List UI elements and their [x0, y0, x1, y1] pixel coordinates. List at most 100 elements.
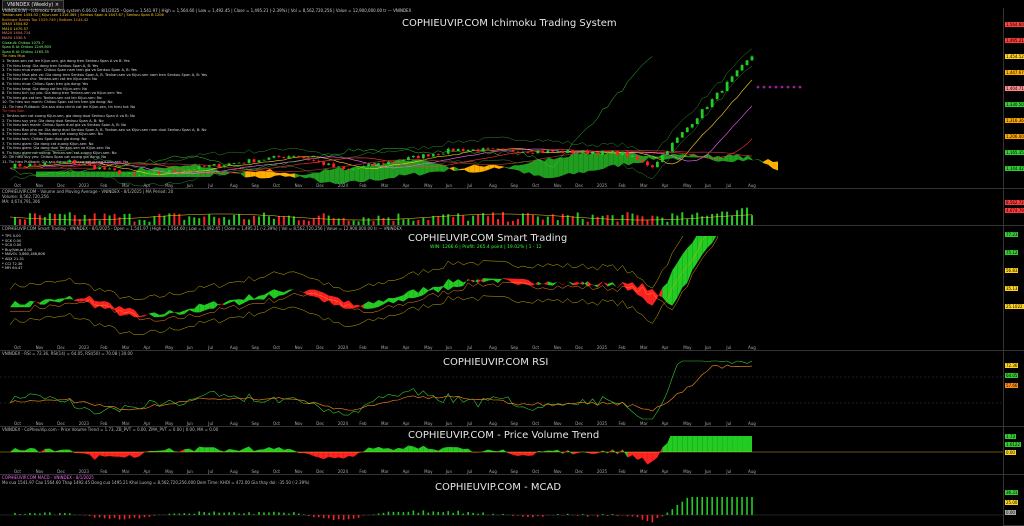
pvt-fill [702, 436, 707, 452]
cloud-segment [494, 165, 499, 169]
smart-fill [20, 304, 25, 307]
smart-fill [413, 289, 418, 298]
smart-fill [483, 278, 488, 282]
time-axis-label: Dec [57, 345, 65, 350]
smart-fill [418, 287, 423, 297]
pvt-fill [120, 452, 125, 458]
candle-body [686, 128, 689, 133]
candle-body [48, 163, 51, 164]
pvt-fill [628, 452, 633, 457]
time-axis-label: Sep [251, 345, 259, 350]
candle-body [467, 150, 470, 151]
smart-fill [652, 289, 657, 306]
pvt-fill [682, 436, 687, 452]
candle-body [701, 109, 704, 118]
cloud-segment [768, 159, 773, 169]
pvt-fill [448, 447, 453, 452]
volume-bar [577, 212, 579, 225]
time-axis-label: Mar [381, 345, 389, 350]
candle-body [746, 60, 749, 65]
time-axis-label: Dec [57, 421, 65, 426]
smart-fill [189, 309, 194, 313]
price-label: 8,562.72M [1005, 200, 1024, 205]
macd-bar [129, 515, 131, 519]
candle-body [312, 160, 315, 161]
smart-fill [60, 298, 65, 302]
volume-bar [298, 220, 300, 225]
macd-bar [263, 512, 265, 515]
candle-body [392, 162, 395, 163]
smart-fill [369, 301, 374, 309]
price-label: 35.13 [1005, 286, 1018, 291]
smart-fill [40, 299, 45, 304]
time-axis-label: Jul [467, 345, 472, 350]
cloud-segment [459, 169, 464, 171]
smart-fill [697, 236, 702, 263]
time-axis-label: Mar [122, 183, 130, 188]
cloud-segment [360, 166, 365, 182]
volume-bar [582, 219, 584, 225]
candle-body [78, 164, 81, 165]
macd-bar [44, 513, 46, 515]
volume-bar [691, 215, 693, 225]
candle-body [641, 160, 644, 162]
smart-fill [15, 301, 20, 307]
volume-bar [348, 221, 350, 225]
candle-body [447, 149, 450, 154]
smart-fill [647, 289, 652, 306]
time-axis-label: Nov [554, 345, 562, 350]
volume-bar [233, 215, 235, 225]
smart-header: COPHIEUVIP.COM Smart Trading - VNINDEX -… [2, 226, 402, 231]
volume-bar [303, 220, 305, 225]
volume-bar [457, 213, 459, 225]
time-axis-label: 2023 [79, 345, 89, 350]
pvt-fill [125, 452, 130, 458]
candle-body [621, 152, 624, 156]
macd-bar [39, 514, 41, 515]
time-axis-label: Oct [532, 345, 539, 350]
candle-body [556, 151, 559, 152]
volume-bar [612, 215, 614, 225]
time-axis-label: Dec [575, 469, 583, 474]
projection-dot [787, 86, 789, 88]
cloud-segment [574, 152, 579, 174]
time-axis-label: Dec [57, 183, 65, 188]
time-axis-label: Oct [273, 345, 280, 350]
pvt-fill [284, 449, 289, 452]
volume-bar [138, 220, 140, 225]
volume-bar [268, 216, 270, 225]
smart-fill [309, 289, 314, 296]
candle-body [402, 160, 405, 161]
candle-body [43, 163, 46, 165]
pvt-fill [30, 448, 35, 452]
candle-body [382, 163, 385, 164]
time-axis-label: 2025 [597, 345, 607, 350]
smart-fill [219, 303, 224, 305]
pvt-fill [662, 443, 667, 452]
smart-fill [259, 295, 264, 300]
volume-bar [522, 213, 524, 225]
volume-bar [467, 221, 469, 225]
volume-bar [153, 216, 155, 225]
cloud-segment [758, 159, 763, 163]
time-axis-label: Feb [359, 421, 366, 426]
macd-bar [457, 511, 459, 515]
volume-bar [104, 214, 106, 225]
volume-bar [283, 216, 285, 225]
candle-body [68, 160, 71, 162]
cloud-segment [449, 167, 454, 171]
macd-bar [462, 514, 464, 515]
volume-bar [497, 219, 499, 225]
cloud-segment [275, 173, 280, 176]
candle-body [387, 162, 390, 164]
volume-bar [507, 222, 509, 225]
macd-bar [672, 509, 674, 515]
candle-body [248, 159, 251, 163]
macd-bar [447, 511, 449, 515]
candle-body [347, 169, 350, 170]
candle-body [228, 163, 231, 165]
pvt-fill [254, 450, 259, 452]
smart-fill [453, 279, 458, 287]
volume-bar [158, 214, 160, 225]
smart-fill [239, 299, 244, 305]
